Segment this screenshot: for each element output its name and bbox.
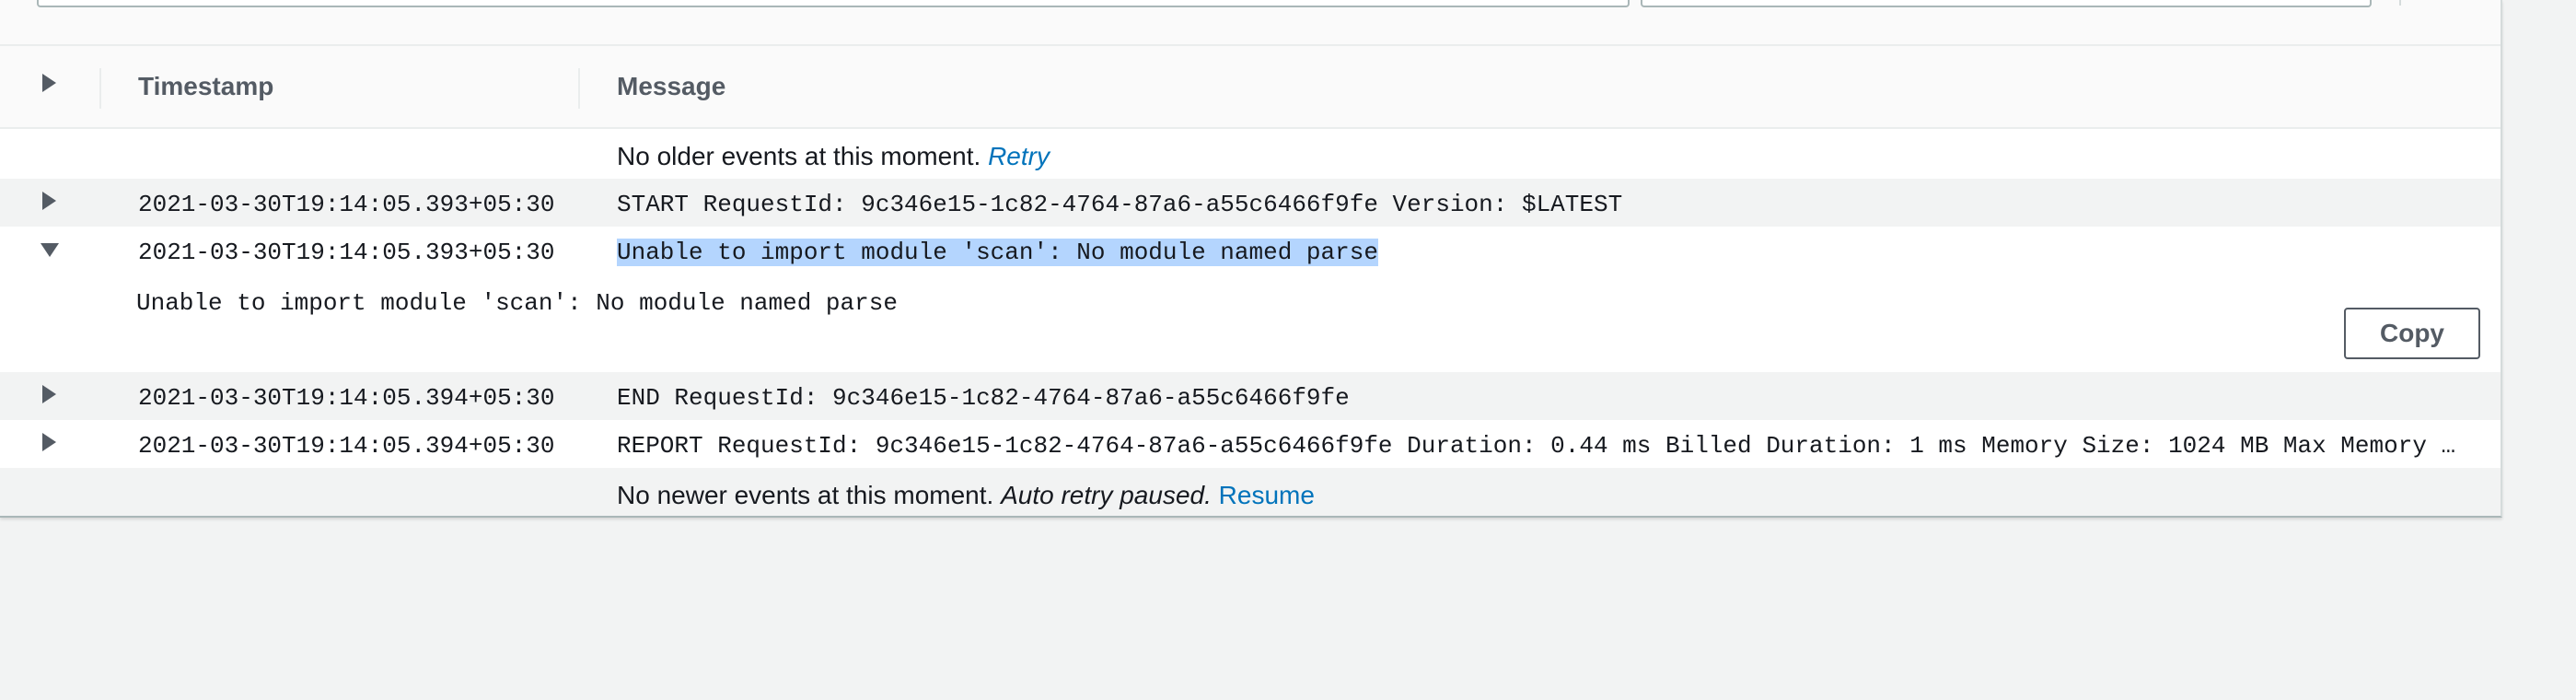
event-message: START RequestId: 9c346e15-1c82-4764-87a6… — [617, 191, 1623, 218]
column-divider[interactable] — [578, 68, 580, 109]
table-row[interactable]: 2021-03-30T19:14:05.394+05:30 END Reques… — [0, 372, 2501, 420]
event-timestamp: 2021-03-30T19:14:05.394+05:30 — [138, 432, 555, 460]
table-header: Timestamp Message — [0, 46, 2501, 129]
event-detail-text: Unable to import module 'scan': No modul… — [136, 289, 898, 317]
event-timestamp: 2021-03-30T19:14:05.394+05:30 — [138, 384, 555, 412]
newer-events-status: No newer events at this moment. Auto ret… — [617, 481, 1315, 510]
expand-caret-icon[interactable] — [42, 433, 56, 451]
older-events-row: No older events at this moment. Retry — [0, 129, 2501, 179]
event-timestamp: 2021-03-30T19:14:05.393+05:30 — [138, 239, 555, 266]
filter-events-input[interactable] — [37, 0, 1630, 7]
expand-caret-icon[interactable] — [42, 385, 56, 403]
event-timestamp: 2021-03-30T19:14:05.393+05:30 — [138, 191, 555, 218]
older-events-status: No older events at this moment. Retry — [617, 142, 1050, 171]
newer-events-row: No newer events at this moment. Auto ret… — [0, 468, 2501, 516]
collapse-caret-icon[interactable] — [41, 243, 59, 257]
table-row-expanded[interactable]: 2021-03-30T19:14:05.393+05:30 Unable to … — [0, 227, 2501, 372]
event-message: REPORT RequestId: 9c346e15-1c82-4764-87a… — [617, 432, 2458, 460]
copy-button[interactable]: Copy — [2344, 308, 2480, 359]
filter-bar — [0, 0, 2501, 46]
older-events-text: No older events at this moment. — [617, 142, 981, 170]
event-message: END RequestId: 9c346e15-1c82-4764-87a6-a… — [617, 384, 1350, 412]
resume-link[interactable]: Resume — [1219, 481, 1315, 509]
table-row[interactable]: 2021-03-30T19:14:05.394+05:30 REPORT Req… — [0, 420, 2501, 468]
column-divider[interactable] — [99, 68, 101, 109]
log-events-panel: Timestamp Message No older events at thi… — [0, 0, 2502, 518]
event-message-selected: Unable to import module 'scan': No modul… — [617, 239, 1378, 266]
expand-all-caret-icon[interactable] — [42, 74, 56, 92]
newer-events-text: No newer events at this moment. — [617, 481, 994, 509]
time-range-input[interactable] — [1641, 0, 2372, 7]
retry-link[interactable]: Retry — [988, 142, 1050, 170]
column-header-timestamp[interactable]: Timestamp — [138, 72, 273, 101]
column-header-message[interactable]: Message — [617, 72, 725, 101]
table-row[interactable]: 2021-03-30T19:14:05.393+05:30 START Requ… — [0, 179, 2501, 227]
event-message-wrapper: Unable to import module 'scan': No modul… — [617, 239, 1378, 266]
expand-caret-icon[interactable] — [42, 192, 56, 210]
auto-retry-paused-text: Auto retry paused. — [1001, 481, 1212, 509]
toolbar-divider — [2399, 0, 2401, 6]
